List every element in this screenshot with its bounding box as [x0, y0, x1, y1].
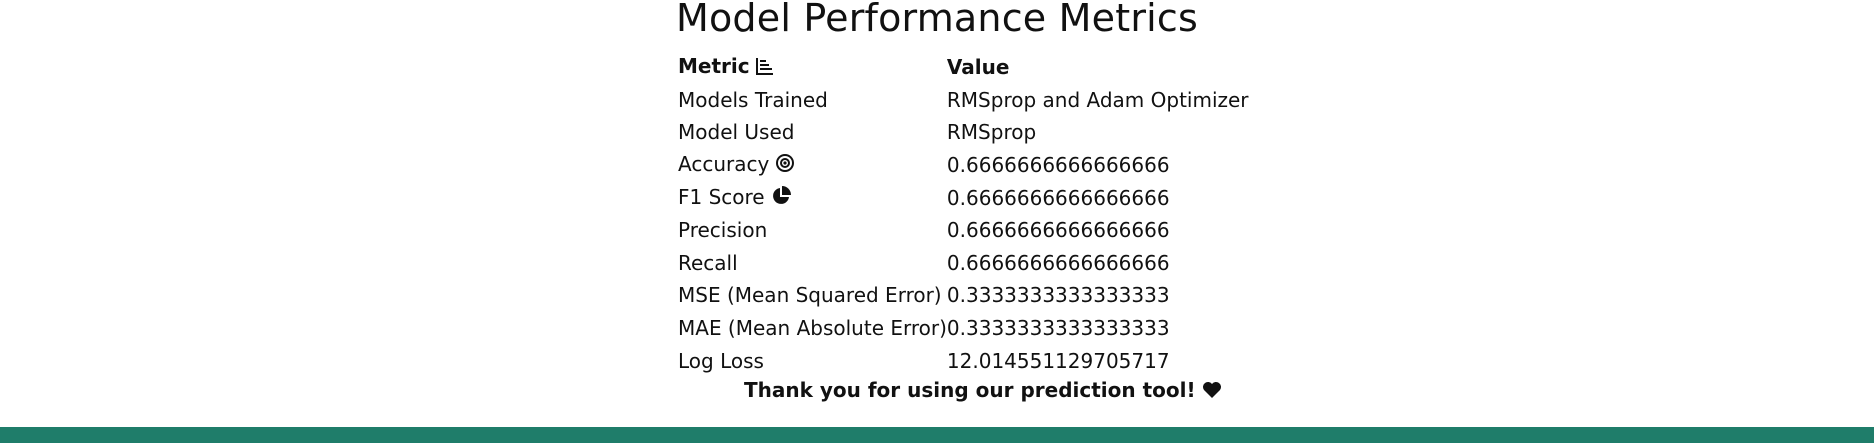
value-cell: 0.3333333333333333 [946, 283, 1170, 308]
bar-chart-icon [755, 56, 774, 80]
table-row: Precision 0.6666666666666666 [678, 214, 1249, 247]
value-cell: RMSprop [946, 120, 1037, 145]
table-row: Accuracy 0.6666666666666666 [678, 149, 1249, 182]
value-cell: RMSprop and Adam Optimizer [946, 87, 1249, 112]
heart-icon [1202, 380, 1222, 404]
pie-chart-icon [771, 185, 791, 211]
header-metric: Metric [678, 51, 947, 84]
table-row: Model Used RMSprop [678, 116, 1249, 149]
metric-cell: MSE (Mean Squared Error) [678, 283, 942, 308]
target-icon [775, 153, 795, 178]
table-row: MSE (Mean Squared Error) 0.3333333333333… [678, 279, 1249, 312]
value-cell: 0.6666666666666666 [946, 185, 1170, 210]
value-cell: 0.6666666666666666 [946, 153, 1170, 178]
metric-cell: Log Loss [678, 348, 764, 373]
thank-you-text: Thank you for using our prediction tool! [744, 378, 1196, 402]
page-title: Model Performance Metrics [676, 0, 1198, 40]
table-row: Recall 0.6666666666666666 [678, 247, 1249, 280]
metric-cell: F1 Score [678, 181, 947, 214]
value-cell: 0.6666666666666666 [946, 250, 1170, 275]
metric-cell: Precision [678, 218, 768, 243]
metric-cell: Models Trained [678, 87, 828, 112]
value-cell: 0.6666666666666666 [946, 218, 1170, 243]
value-cell: 12.014551129705717 [946, 348, 1170, 373]
header-value: Value [946, 55, 1010, 80]
metric-cell: Recall [678, 250, 738, 275]
metric-cell: MAE (Mean Absolute Error) [678, 316, 947, 341]
metric-label: Accuracy [678, 152, 770, 177]
table-row: MAE (Mean Absolute Error) 0.333333333333… [678, 312, 1249, 345]
page: Model Performance Metrics Metric Value M… [0, 0, 1874, 443]
table-header-row: Metric Value [678, 51, 1249, 84]
table-row: F1 Score 0.6666666666666666 [678, 181, 1249, 214]
value-cell: 0.3333333333333333 [946, 316, 1170, 341]
metric-cell: Model Used [678, 120, 795, 145]
footer-bar [0, 427, 1874, 443]
table-row: Models Trained RMSprop and Adam Optimize… [678, 84, 1249, 117]
table-row: Log Loss 12.014551129705717 [678, 344, 1249, 377]
metric-cell: Accuracy [678, 149, 947, 182]
header-metric-label: Metric [678, 54, 750, 79]
metrics-table: Metric Value Models Trained RMSprop and … [678, 51, 1249, 377]
metric-label: F1 Score [678, 184, 765, 209]
thank-you-message: Thank you for using our prediction tool! [744, 378, 1222, 404]
